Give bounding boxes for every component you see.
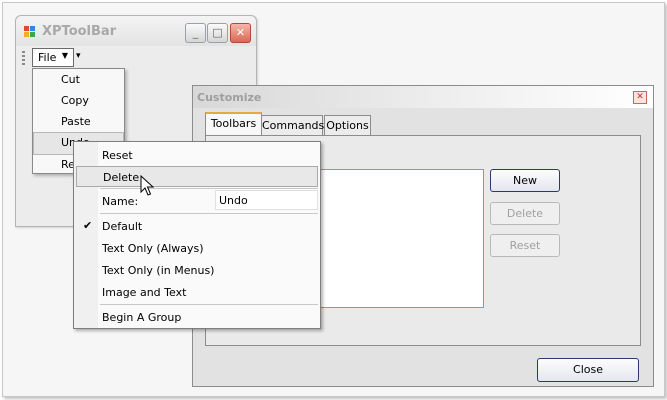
close-icon: ✕ [235,26,246,39]
dialog-title: Customize [197,91,262,104]
close-button[interactable]: Close [537,358,639,382]
tab-options[interactable]: Options [324,115,371,135]
menu-separator [100,213,318,214]
name-field-value: Undo [219,194,248,207]
checkmark-icon: ✔ [83,219,93,232]
xptoolbar-titlebar: XPToolBar _ □ ✕ [16,16,256,46]
delete-button[interactable]: Delete [490,202,560,225]
ctx-item-label: Begin A Group [102,311,182,324]
name-field[interactable]: Undo [215,190,318,210]
screenshot-frame: XPToolBar _ □ ✕ File ▼ ▾ Cut Copy Paste … [2,2,665,397]
mouse-cursor-icon [140,175,154,196]
reset-button[interactable]: Reset [490,234,560,257]
tab-label: Options [326,119,369,132]
close-icon: ✕ [636,92,644,102]
minimize-icon: _ [192,26,199,39]
window-title: XPToolBar [42,24,117,39]
ctx-item-label: Text Only (in Menus) [102,264,215,277]
ctx-item-label: Delete [103,171,140,184]
menu-item-copy[interactable]: Copy [33,90,124,111]
tab-label: Commands [262,119,325,132]
ctx-item-label: Reset [102,149,133,162]
context-menu: Reset Delete Name: Undo ✔ Default Text O… [73,141,321,329]
ctx-item-label: Image and Text [102,286,187,299]
ctx-item-reset[interactable]: Reset [74,144,320,166]
tab-commands[interactable]: Commands [261,115,325,135]
ctx-item-text-only-menus[interactable]: Text Only (in Menus) [74,259,320,281]
menu-item-label: Copy [61,94,89,107]
new-button[interactable]: New [490,169,560,192]
overflow-arrow-icon[interactable]: ▾ [76,51,81,61]
name-label: Name: [102,195,139,208]
maximize-icon: □ [212,26,223,39]
file-menu-button[interactable]: File ▼ [32,48,74,67]
close-window-button[interactable]: ✕ [230,23,251,43]
menu-item-label: Cut [61,73,80,86]
tab-toolbars[interactable]: Toolbars [205,112,262,135]
customize-titlebar: Customize ✕ [193,86,653,108]
menu-separator [100,188,318,189]
menu-item-cut[interactable]: Cut [33,69,124,90]
app-icon [24,26,35,37]
menu-item-paste[interactable]: Paste [33,111,124,132]
file-menu-label: File [38,51,57,64]
ctx-item-delete[interactable]: Delete [76,166,318,187]
menu-separator [100,304,318,305]
toolbar: File ▼ ▾ [18,47,254,69]
ctx-item-default[interactable]: ✔ Default [74,215,320,237]
ctx-item-label: Text Only (Always) [102,242,204,255]
dropdown-arrow-icon: ▼ [61,51,68,60]
toolbar-grip[interactable] [22,51,25,66]
maximize-button[interactable]: □ [207,23,228,43]
ctx-item-image-and-text[interactable]: Image and Text [74,281,320,303]
tab-label: Toolbars [210,117,257,130]
dialog-close-button[interactable]: ✕ [633,91,647,104]
ctx-item-begin-group[interactable]: Begin A Group [74,306,320,328]
minimize-button[interactable]: _ [185,23,206,43]
menu-item-label: Paste [61,115,91,128]
ctx-item-text-only-always[interactable]: Text Only (Always) [74,237,320,259]
ctx-item-label: Default [102,220,143,233]
